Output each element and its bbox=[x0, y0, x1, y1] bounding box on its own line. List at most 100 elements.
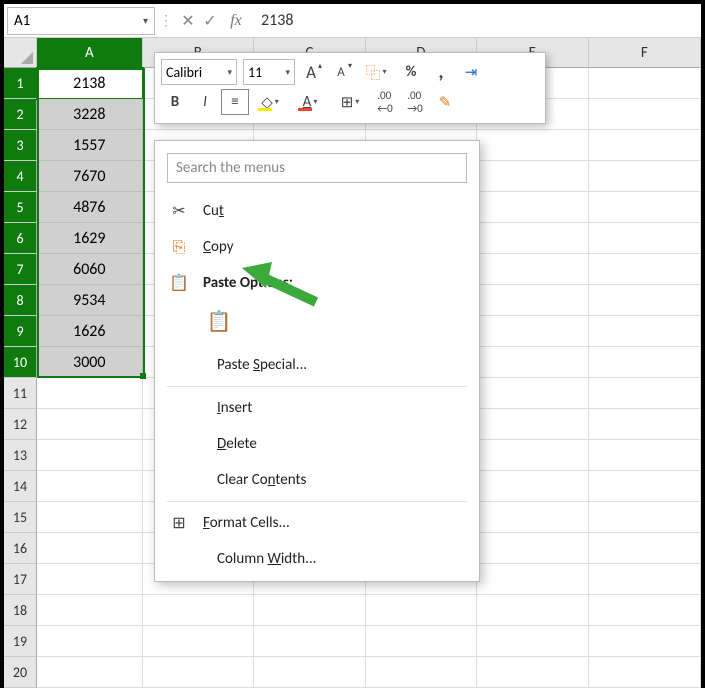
comma-button[interactable]: , bbox=[427, 59, 455, 85]
row-header[interactable]: 8 bbox=[4, 285, 37, 316]
cell[interactable] bbox=[589, 471, 701, 502]
cell[interactable] bbox=[477, 223, 588, 254]
menu-item-copy[interactable]: ⎘ Copy bbox=[155, 229, 479, 265]
cell[interactable] bbox=[589, 657, 701, 688]
cell[interactable] bbox=[589, 595, 701, 626]
cell[interactable]: 1626 bbox=[37, 316, 143, 347]
cell[interactable] bbox=[589, 285, 701, 316]
row-header[interactable]: 5 bbox=[4, 192, 37, 223]
cell[interactable] bbox=[37, 471, 143, 502]
font-select[interactable]: Calibri ▾ bbox=[161, 59, 237, 85]
paste-default-button[interactable]: 📋 bbox=[203, 305, 235, 337]
italic-button[interactable]: I bbox=[191, 89, 219, 115]
format-painter-button[interactable]: ✎ bbox=[431, 89, 459, 115]
cell[interactable] bbox=[589, 440, 701, 471]
cell[interactable] bbox=[37, 409, 143, 440]
row-header[interactable]: 6 bbox=[4, 223, 37, 254]
cell[interactable]: 3228 bbox=[37, 99, 143, 130]
cell[interactable] bbox=[477, 595, 588, 626]
cell[interactable] bbox=[589, 192, 701, 223]
row-header[interactable]: 16 bbox=[4, 533, 37, 564]
row-header[interactable]: 19 bbox=[4, 626, 37, 657]
cell[interactable] bbox=[589, 378, 701, 409]
cell[interactable] bbox=[477, 130, 588, 161]
cell[interactable]: 2138 bbox=[37, 68, 143, 99]
row-header[interactable]: 1 bbox=[4, 68, 37, 99]
cell[interactable] bbox=[37, 533, 143, 564]
row-header[interactable]: 11 bbox=[4, 378, 37, 409]
formula-bar-value[interactable]: 2138 bbox=[251, 11, 293, 30]
cell[interactable] bbox=[477, 378, 588, 409]
grow-font-button[interactable]: A▴ bbox=[297, 59, 325, 85]
cell[interactable] bbox=[589, 316, 701, 347]
cell[interactable]: 9534 bbox=[37, 285, 143, 316]
cell[interactable] bbox=[143, 626, 254, 657]
cell[interactable] bbox=[477, 502, 588, 533]
cell[interactable] bbox=[143, 595, 254, 626]
shrink-font-button[interactable]: A▾ bbox=[327, 59, 355, 85]
cell[interactable] bbox=[477, 316, 588, 347]
cell[interactable] bbox=[366, 626, 477, 657]
row-header[interactable]: 14 bbox=[4, 471, 37, 502]
cell[interactable]: 6060 bbox=[37, 254, 143, 285]
cell[interactable] bbox=[589, 223, 701, 254]
cell[interactable] bbox=[37, 657, 143, 688]
cell[interactable] bbox=[37, 564, 143, 595]
cell[interactable] bbox=[589, 130, 701, 161]
cell[interactable] bbox=[589, 564, 701, 595]
percent-button[interactable]: % bbox=[397, 59, 425, 85]
fx-icon[interactable]: fx bbox=[221, 12, 251, 30]
cell[interactable] bbox=[589, 347, 701, 378]
cell[interactable] bbox=[366, 657, 477, 688]
menu-item-paste-special[interactable]: Paste Special... bbox=[155, 347, 479, 383]
cell[interactable]: 1629 bbox=[37, 223, 143, 254]
cell[interactable] bbox=[589, 99, 701, 130]
row-header[interactable]: 9 bbox=[4, 316, 37, 347]
cell[interactable] bbox=[477, 254, 588, 285]
cell[interactable] bbox=[477, 657, 588, 688]
increase-decimal-button[interactable]: .00←0 bbox=[371, 89, 399, 115]
row-header[interactable]: 12 bbox=[4, 409, 37, 440]
row-header[interactable]: 7 bbox=[4, 254, 37, 285]
col-header-a[interactable]: A bbox=[37, 38, 143, 68]
cell[interactable] bbox=[589, 68, 701, 99]
font-size-select[interactable]: 11 ▾ bbox=[243, 59, 295, 85]
fill-color-button[interactable]: ◇ ▾ bbox=[251, 89, 289, 115]
cell[interactable] bbox=[254, 595, 365, 626]
row-header[interactable]: 2 bbox=[4, 99, 37, 130]
row-header[interactable]: 13 bbox=[4, 440, 37, 471]
align-center-button[interactable]: ≡ bbox=[221, 89, 249, 115]
cell[interactable] bbox=[254, 657, 365, 688]
row-header[interactable]: 17 bbox=[4, 564, 37, 595]
menu-item-cut[interactable]: ✂ Cut bbox=[155, 193, 479, 229]
row-header[interactable]: 10 bbox=[4, 347, 37, 378]
wrap-text-button[interactable]: ⇥ bbox=[457, 59, 485, 85]
merge-button[interactable]: ⿻▾ bbox=[357, 59, 395, 85]
cell[interactable] bbox=[589, 502, 701, 533]
cell[interactable] bbox=[254, 626, 365, 657]
cell[interactable] bbox=[477, 192, 588, 223]
menu-item-insert[interactable]: Insert bbox=[155, 390, 479, 426]
bold-button[interactable]: B bbox=[161, 89, 189, 115]
cell[interactable] bbox=[477, 471, 588, 502]
cell[interactable] bbox=[477, 533, 588, 564]
cancel-formula-icon[interactable]: ✕ bbox=[177, 11, 199, 31]
cell[interactable] bbox=[589, 254, 701, 285]
borders-button[interactable]: ⊞▾ bbox=[331, 89, 369, 115]
select-all-corner[interactable] bbox=[4, 38, 37, 68]
menu-search-input[interactable]: Search the menus bbox=[167, 153, 467, 183]
cell[interactable] bbox=[143, 657, 254, 688]
col-header-f[interactable]: F bbox=[589, 38, 701, 68]
cell[interactable] bbox=[589, 161, 701, 192]
cell[interactable] bbox=[477, 626, 588, 657]
row-header[interactable]: 4 bbox=[4, 161, 37, 192]
menu-item-format-cells[interactable]: ⊞ Format Cells... bbox=[155, 505, 479, 541]
cell[interactable] bbox=[477, 161, 588, 192]
cell[interactable] bbox=[37, 626, 143, 657]
font-color-button[interactable]: A ▾ bbox=[291, 89, 329, 115]
cell[interactable]: 7670 bbox=[37, 161, 143, 192]
cell[interactable] bbox=[37, 440, 143, 471]
cell[interactable] bbox=[477, 440, 588, 471]
cell[interactable] bbox=[589, 533, 701, 564]
accept-formula-icon[interactable]: ✓ bbox=[199, 11, 221, 31]
